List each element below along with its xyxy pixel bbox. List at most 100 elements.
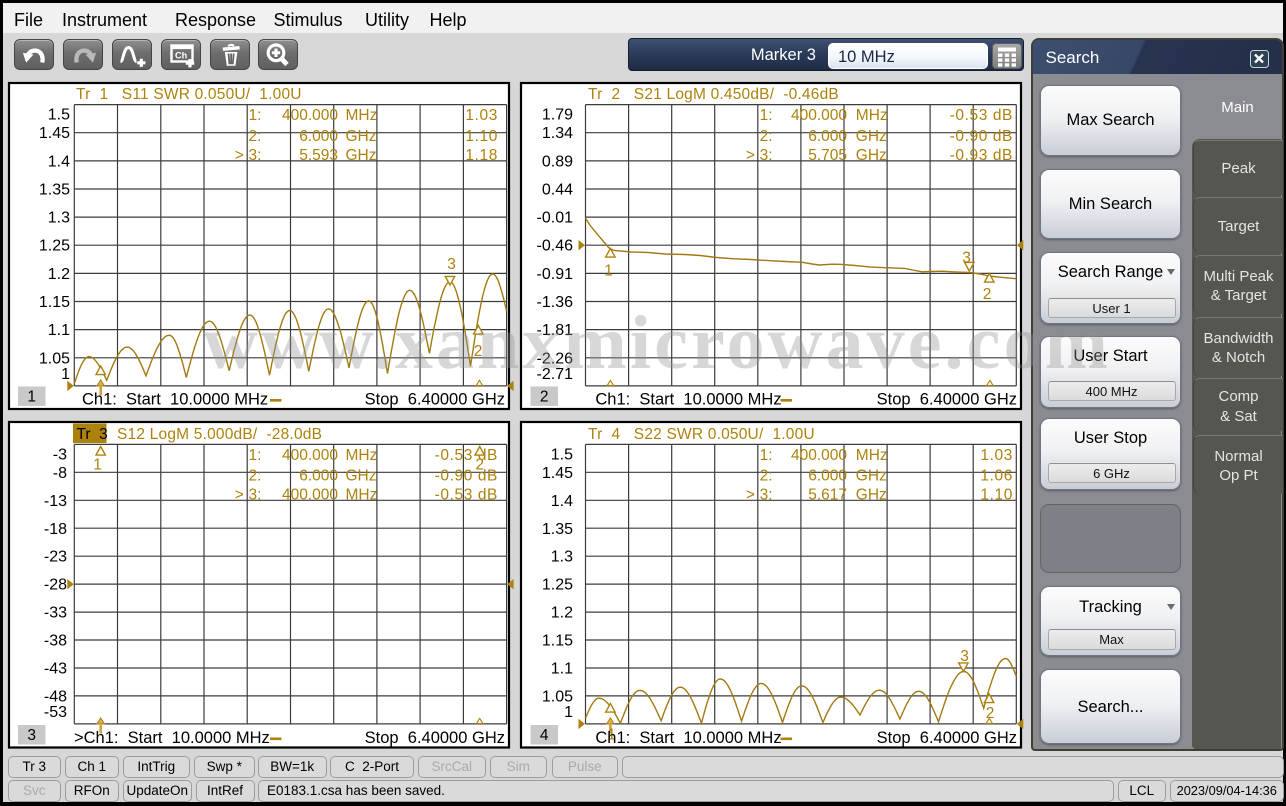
svg-text:5.593: 5.593 xyxy=(299,147,338,164)
svg-text:MHz: MHz xyxy=(346,487,378,504)
svg-text:3:: 3: xyxy=(249,487,262,504)
svg-text:-0.53 dB: -0.53 dB xyxy=(950,107,1013,124)
svg-text:1.34: 1.34 xyxy=(542,125,573,142)
svg-text:-48: -48 xyxy=(44,688,67,705)
svg-text:GHz: GHz xyxy=(856,128,887,145)
svg-text:1.2: 1.2 xyxy=(48,266,70,283)
svg-text:Stop 6.40000 GHz: Stop 6.40000 GHz xyxy=(365,729,505,747)
svg-text:2: 2 xyxy=(475,457,484,474)
svg-text:1: 1 xyxy=(93,457,102,474)
svg-text:Stop 6.40000 GHz: Stop 6.40000 GHz xyxy=(877,391,1017,409)
svg-text:1.4: 1.4 xyxy=(48,153,70,170)
svg-text:6.000: 6.000 xyxy=(808,128,847,145)
svg-text:400.000: 400.000 xyxy=(282,487,338,504)
svg-text:Ch1: Start 10.0000 MHz: Ch1: Start 10.0000 MHz xyxy=(595,729,781,747)
svg-text:-8: -8 xyxy=(53,465,67,482)
svg-text:3:: 3: xyxy=(760,147,773,164)
svg-text:2:: 2: xyxy=(249,128,262,145)
svg-text:1.1: 1.1 xyxy=(48,322,70,339)
svg-text:Stop 6.40000 GHz: Stop 6.40000 GHz xyxy=(365,391,505,409)
svg-text:4: 4 xyxy=(540,727,549,744)
svg-text:-33: -33 xyxy=(44,605,67,622)
svg-text:1.05: 1.05 xyxy=(39,350,70,367)
svg-text:1:: 1: xyxy=(249,447,262,464)
svg-text:3:: 3: xyxy=(760,487,773,504)
svg-text:1.2: 1.2 xyxy=(551,605,573,622)
svg-text:-13: -13 xyxy=(44,493,67,510)
svg-text:1: 1 xyxy=(27,389,36,406)
svg-text:>: > xyxy=(235,487,244,504)
svg-text:1.25: 1.25 xyxy=(542,577,573,594)
svg-text:-43: -43 xyxy=(44,661,67,678)
svg-text:5.705: 5.705 xyxy=(808,147,847,164)
svg-text:1.03: 1.03 xyxy=(465,107,498,124)
svg-text:Ch1: Start 10.0000 MHz: Ch1: Start 10.0000 MHz xyxy=(595,391,781,409)
svg-text:1.06: 1.06 xyxy=(980,468,1013,485)
svg-text:1:: 1: xyxy=(760,447,773,464)
svg-text:Ch1: Start 10.0000 MHz: Ch1: Start 10.0000 MHz xyxy=(82,391,268,409)
svg-text:1.4: 1.4 xyxy=(551,493,573,510)
svg-text:-0.53 dB: -0.53 dB xyxy=(435,447,498,464)
svg-text:S12 LogM 5.000dB/ -28.0dB: S12 LogM 5.000dB/ -28.0dB xyxy=(117,426,322,443)
svg-text:1.5: 1.5 xyxy=(48,107,70,124)
svg-text:400.000: 400.000 xyxy=(282,107,338,124)
svg-text:1: 1 xyxy=(564,704,573,721)
svg-text:1.05: 1.05 xyxy=(542,688,573,705)
svg-text:GHz: GHz xyxy=(346,468,377,485)
svg-text:-18: -18 xyxy=(44,521,67,538)
svg-text:1:: 1: xyxy=(249,107,262,124)
svg-text:2: 2 xyxy=(540,389,549,406)
svg-text:6.000: 6.000 xyxy=(299,128,338,145)
svg-text:MHz: MHz xyxy=(346,107,378,124)
svg-text:1.3: 1.3 xyxy=(48,210,70,227)
svg-text:-23: -23 xyxy=(44,549,67,566)
svg-text:1.10: 1.10 xyxy=(980,487,1013,504)
svg-text:MHz: MHz xyxy=(856,107,888,124)
svg-text:-0.46: -0.46 xyxy=(537,238,574,255)
svg-text:1: 1 xyxy=(61,366,70,383)
svg-text:Tr 3: Tr 3 xyxy=(77,426,108,443)
svg-text:-53: -53 xyxy=(44,704,67,721)
svg-text:GHz: GHz xyxy=(856,487,887,504)
svg-text:MHz: MHz xyxy=(856,447,888,464)
svg-text:6.000: 6.000 xyxy=(808,468,847,485)
svg-text:1.35: 1.35 xyxy=(542,521,573,538)
svg-text:2:: 2: xyxy=(760,128,773,145)
svg-text:0.44: 0.44 xyxy=(542,182,573,199)
svg-text:1: 1 xyxy=(604,263,613,280)
svg-text:Stop 6.40000 GHz: Stop 6.40000 GHz xyxy=(877,729,1017,747)
svg-text:400.000: 400.000 xyxy=(791,107,847,124)
svg-text:1.03: 1.03 xyxy=(980,447,1013,464)
svg-text:-0.90 dB: -0.90 dB xyxy=(950,128,1013,145)
svg-text:1.45: 1.45 xyxy=(39,125,70,142)
svg-text:>: > xyxy=(746,487,755,504)
svg-text:1.45: 1.45 xyxy=(542,465,573,482)
svg-text:-0.93 dB: -0.93 dB xyxy=(950,147,1013,164)
svg-text:1.18: 1.18 xyxy=(465,147,498,164)
svg-text:1.10: 1.10 xyxy=(465,128,498,145)
svg-text:-38: -38 xyxy=(44,633,67,650)
svg-text:Tr 1 S11 SWR 0.050U/ 1.00U: Tr 1 S11 SWR 0.050U/ 1.00U xyxy=(76,86,302,103)
svg-text:1.5: 1.5 xyxy=(551,446,573,463)
svg-text:1.35: 1.35 xyxy=(39,182,70,199)
svg-text:3: 3 xyxy=(447,256,456,273)
svg-text:-3: -3 xyxy=(53,446,67,463)
svg-text:0.89: 0.89 xyxy=(542,153,573,170)
svg-text:3:: 3: xyxy=(249,147,262,164)
svg-text:-28: -28 xyxy=(44,577,67,594)
svg-text:5.617: 5.617 xyxy=(808,487,847,504)
svg-text:1.3: 1.3 xyxy=(551,549,573,566)
svg-text:400.000: 400.000 xyxy=(282,447,338,464)
svg-text:GHz: GHz xyxy=(346,147,377,164)
svg-text:-0.53 dB: -0.53 dB xyxy=(435,487,498,504)
svg-text:Tr 2 S21 LogM 0.450dB/ -0.: Tr 2 S21 LogM 0.450dB/ -0.46dB xyxy=(588,86,839,103)
svg-text:2:: 2: xyxy=(760,468,773,485)
svg-text:>: > xyxy=(746,147,755,164)
svg-text:1.15: 1.15 xyxy=(39,294,70,311)
svg-text:2:: 2: xyxy=(249,468,262,485)
svg-text:3: 3 xyxy=(27,727,36,744)
svg-text:>: > xyxy=(235,147,244,164)
svg-text:Tr 4 S22 SWR 0.050U/ 1.00U: Tr 4 S22 SWR 0.050U/ 1.00U xyxy=(588,426,815,443)
svg-text:GHz: GHz xyxy=(856,468,887,485)
svg-text:1.79: 1.79 xyxy=(542,107,573,124)
